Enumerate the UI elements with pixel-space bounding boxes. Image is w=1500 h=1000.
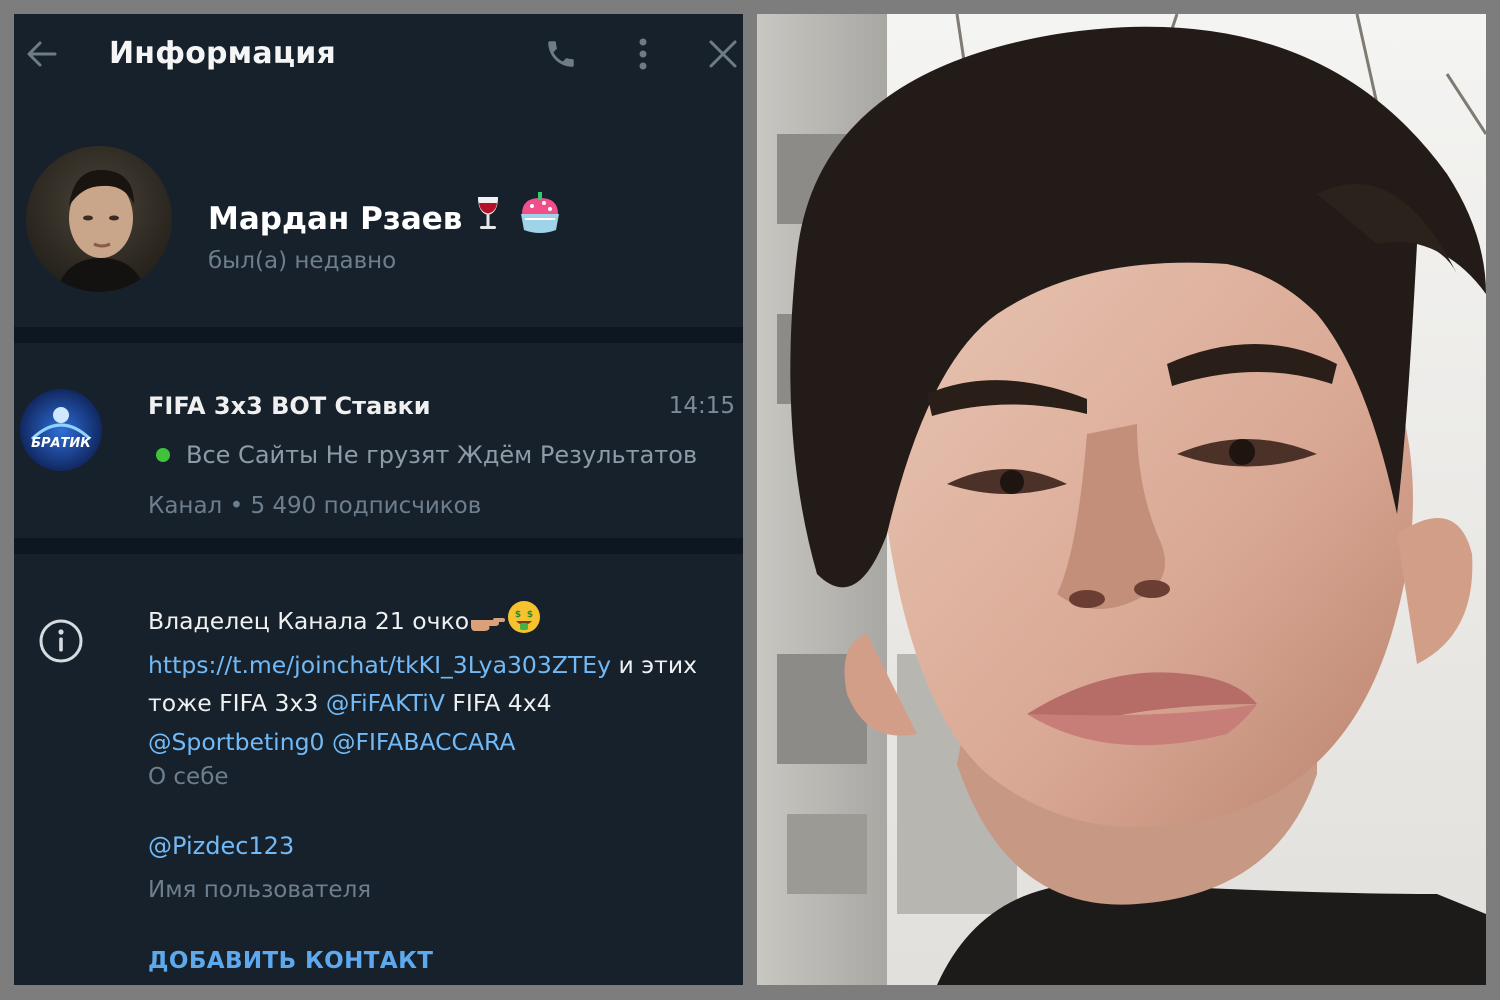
avatar-photo [26,146,172,292]
photo-illustration [757,14,1486,985]
info-panel: Информация Мардан Рзаев был(а) недавно Б… [14,14,743,985]
channel-last-message-text: Все Сайты Не грузят Ждём Результатов [186,441,698,469]
svg-text:$: $ [515,610,521,620]
profile-avatar[interactable] [26,146,172,292]
channel-time: 14:15 [668,393,735,419]
profile-name-text: Мардан Рзаев [208,201,463,237]
info-icon [39,619,83,663]
close-button[interactable] [703,34,743,74]
bio-label: О себе [148,764,229,790]
section-divider [14,538,743,554]
invite-link[interactable]: https://t.me/joinchat/tkKI_3Lya303ZTEy [148,651,611,679]
section-divider [14,327,743,343]
username-value[interactable]: @Pizdec123 [148,829,294,863]
channel-last-message: Все Сайты Не грузят Ждём Результатов [156,437,697,473]
wine-glass-emoji [474,195,502,243]
add-contact-button[interactable]: ДОБАВИТЬ КОНТАКТ [148,944,433,978]
mention-link[interactable]: @FIFABACCARA [332,728,516,756]
bio-text-part: Владелец Канала 21 очко [148,607,470,635]
online-dot-icon [156,448,170,462]
page-title: Информация [109,36,336,71]
bio-text-part: FIFA 4x4 [444,689,552,717]
profile-name: Мардан Рзаев [208,190,564,248]
profile-header: Мардан Рзаев был(а) недавно [14,134,743,324]
bio-text: Владелец Канала 21 очко $ $ https://t.me… [148,600,728,761]
back-button[interactable] [22,34,62,74]
panel-header: Информация [14,14,743,96]
pointing-hand-emoji [469,607,507,646]
mention-link[interactable]: @Sportbeting0 [148,728,324,756]
arrow-left-icon [27,41,57,67]
money-face-emoji: $ $ [507,600,541,646]
username-label: Имя пользователя [148,877,372,903]
more-vertical-icon [639,38,647,70]
more-button[interactable] [623,34,663,74]
info-section: Владелец Канала 21 очко $ $ https://t.me… [14,582,743,982]
svg-text:$: $ [527,610,533,620]
profile-photo [757,14,1486,985]
profile-status: был(а) недавно [208,248,397,274]
channel-avatar-text: БРАТИК [31,436,92,451]
channel-item[interactable]: БРАТИК FIFA 3x3 BOT Ставки 14:15 Все Сай… [14,359,743,549]
close-icon [709,40,737,68]
channel-title: FIFA 3x3 BOT Ставки [148,392,431,420]
call-button[interactable] [541,34,581,74]
channel-avatar: БРАТИК [20,389,102,471]
channel-meta: Канал • 5 490 подписчиков [148,493,482,519]
cake-emoji [516,190,564,248]
phone-icon [548,41,574,67]
mention-link[interactable]: @FiFAKTiV [326,689,445,717]
